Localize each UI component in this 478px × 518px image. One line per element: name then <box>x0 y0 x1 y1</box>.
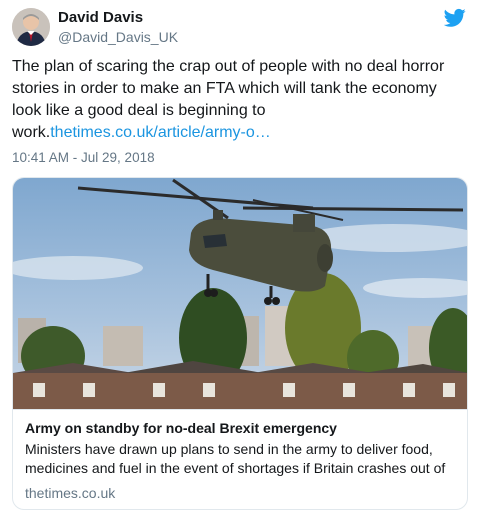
tweet-timestamp[interactable]: 10:41 AM - Jul 29, 2018 <box>12 150 155 165</box>
card-title: Army on standby for no-deal Brexit emerg… <box>25 420 337 436</box>
card-body: Army on standby for no-deal Brexit emerg… <box>13 409 467 509</box>
card-description: Ministers have drawn up plans to send in… <box>25 441 446 476</box>
twitter-bird-icon[interactable] <box>444 8 466 28</box>
author-name[interactable]: David Davis <box>58 9 143 26</box>
tweet-text: The plan of scaring the crap out of peop… <box>12 56 462 144</box>
tweet-link[interactable]: thetimes.co.uk/article/army-o… <box>50 124 271 141</box>
link-card[interactable]: Army on standby for no-deal Brexit emerg… <box>12 177 468 510</box>
author-handle[interactable]: @David_Davis_UK <box>58 29 178 45</box>
avatar[interactable] <box>12 8 50 46</box>
card-domain: thetimes.co.uk <box>25 485 116 501</box>
avatar-image <box>12 8 50 46</box>
tweet: David Davis @David_Davis_UK The plan of … <box>0 0 478 518</box>
tweet-header: David Davis @David_Davis_UK <box>12 8 466 48</box>
chinook-helicopter-photo <box>13 178 467 409</box>
